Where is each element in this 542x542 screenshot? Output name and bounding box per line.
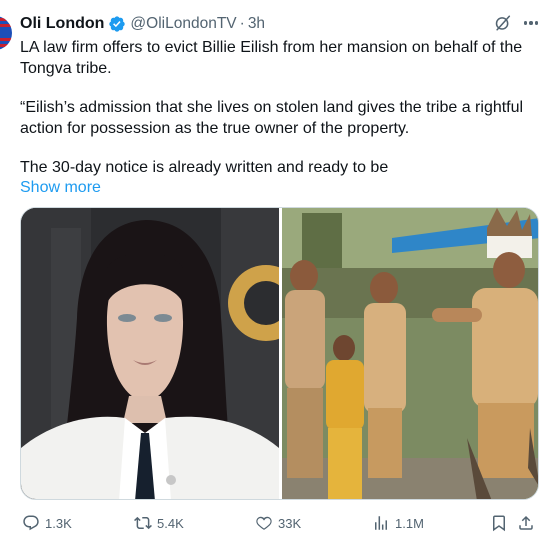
view-count: 1.1M — [395, 515, 424, 531]
post-text-paragraph-3: The 30-day notice is already written and… — [20, 159, 389, 176]
like-count: 33K — [278, 515, 302, 531]
media-photo-portrait[interactable] — [21, 208, 279, 499]
post-time[interactable]: 3h — [248, 15, 265, 33]
grok-icon[interactable] — [494, 14, 512, 32]
verified-badge-icon — [109, 16, 126, 32]
more-icon[interactable] — [520, 14, 542, 32]
repost-count: 5.4K — [157, 515, 184, 531]
repost-icon — [134, 516, 152, 530]
share-icon — [519, 515, 533, 530]
post-text-paragraph-2: “Eilish’s admission that she lives on st… — [20, 99, 524, 137]
repost-button[interactable]: 5.4K — [134, 511, 184, 535]
author-name[interactable]: Oli London — [20, 15, 104, 33]
heart-icon — [256, 516, 272, 530]
bookmark-button[interactable] — [490, 511, 513, 535]
reply-count: 1.3K — [45, 515, 72, 531]
views-icon — [375, 516, 387, 530]
media-photo-dancers[interactable] — [282, 208, 538, 499]
separator-dot: · — [239, 15, 245, 32]
post-header: Oli London @OliLondonTV · 3h — [20, 13, 265, 35]
share-button[interactable] — [517, 511, 540, 535]
avatar[interactable]: ★ — [0, 16, 12, 50]
views-button[interactable]: 1.1M — [372, 511, 424, 535]
reply-button[interactable]: 1.3K — [22, 511, 72, 535]
bookmark-icon — [493, 515, 505, 532]
action-bar: 1.3K 5.4K 33K 1.1M — [0, 511, 542, 535]
show-more-link[interactable]: Show more — [20, 177, 101, 198]
post-text-paragraph-1: LA law firm offers to evict Billie Eilis… — [20, 39, 523, 77]
media-grid — [20, 207, 539, 500]
like-button[interactable]: 33K — [255, 511, 301, 535]
reply-icon — [23, 515, 39, 531]
author-handle[interactable]: @OliLondonTV — [130, 15, 236, 33]
